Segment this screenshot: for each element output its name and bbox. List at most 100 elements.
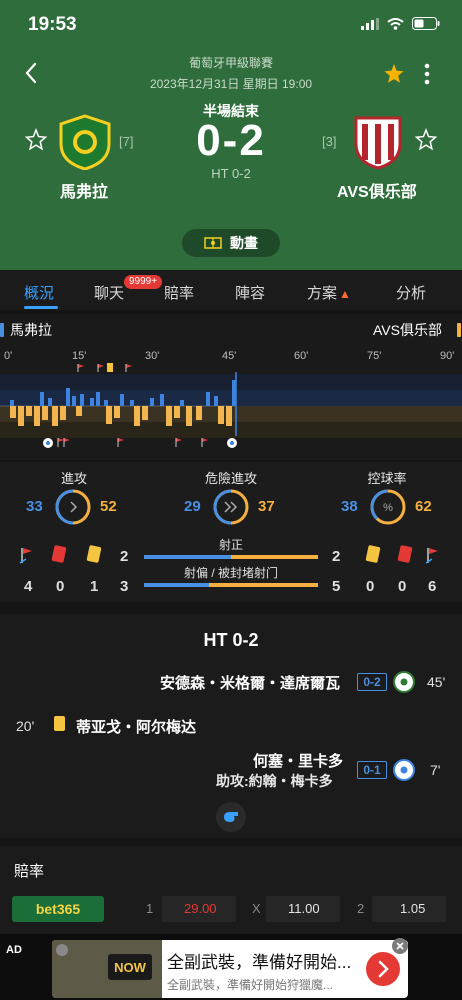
- status-icons: [361, 17, 440, 30]
- home-corner-icon: [19, 548, 32, 564]
- odds-home-value[interactable]: 29.00: [162, 896, 236, 922]
- animation-button[interactable]: 動畫: [182, 229, 280, 257]
- tab-overview[interactable]: 概況: [24, 282, 54, 303]
- stat-dangerous-label: 危險進攻: [204, 471, 257, 486]
- wifi-icon: [387, 17, 404, 30]
- home-color-marker: [0, 323, 4, 337]
- stats-panel: 進攻 危險進攻 控球率 33 52 29 37 38 % 62 2 4 0 1 …: [0, 462, 462, 602]
- event-score-chip: 0-1: [357, 761, 387, 779]
- more-menu-icon[interactable]: [420, 62, 434, 86]
- away-red-count: 0: [398, 578, 407, 595]
- timeline-away-name: AVS俱乐部: [373, 322, 442, 338]
- chat-badge: 9999+: [124, 275, 163, 289]
- tab-lineup[interactable]: 陣容: [235, 282, 265, 303]
- status-time: 19:53: [28, 14, 77, 35]
- bookmaker-button[interactable]: bet365: [12, 896, 104, 922]
- signal-icon: [361, 17, 379, 30]
- football-icon: [393, 759, 415, 781]
- bottom-event-markers: [43, 438, 237, 448]
- fire-icon: ▲: [339, 287, 351, 301]
- active-tab-indicator: [24, 306, 58, 309]
- tab-chat[interactable]: 聊天: [94, 282, 124, 303]
- match-timeline: 馬弗拉 AVS俱乐部 0' 15' 30' 45' 60' 75' 90': [0, 314, 462, 460]
- away-color-marker: [457, 323, 461, 337]
- ad-image: NOW: [52, 940, 162, 998]
- tab-bar: 概況 聊天 賠率 陣容 方案 ▲ 分析: [0, 270, 462, 310]
- home-team-name[interactable]: 馬弗拉: [60, 178, 108, 202]
- away-yellow-count: 0: [366, 578, 375, 595]
- event-score-chip: 0-2: [357, 673, 387, 691]
- off-target-bar-home: [144, 583, 209, 587]
- tick-45: 45': [222, 350, 237, 362]
- stat-possession-label: 控球率: [367, 471, 407, 486]
- event-card-player[interactable]: 蒂亚戈・阿尔梅达: [76, 716, 196, 737]
- home-yellow-card-icon: [86, 544, 102, 564]
- ad-tag: AD: [6, 944, 22, 956]
- on-target-label: 射正: [218, 538, 243, 552]
- tick-90: 90': [440, 350, 455, 362]
- event-goal-player[interactable]: 何塞・里卡多: [253, 750, 343, 771]
- home-red-card-icon: [51, 544, 67, 564]
- ad-description: 全副武裝，準備好開始狩獵魔...: [167, 978, 334, 992]
- away-yellow-card-icon: [365, 544, 381, 564]
- tab-plan[interactable]: 方案 ▲: [307, 282, 351, 303]
- favorite-star-icon[interactable]: [382, 62, 406, 86]
- battery-icon: [412, 17, 440, 30]
- event-assist[interactable]: 助攻:約翰・梅卡多: [216, 771, 333, 791]
- stat-dangerous-away: 37: [258, 498, 275, 515]
- away-team-name[interactable]: AVS俱乐部: [337, 178, 417, 202]
- away-rank: [3]: [322, 134, 337, 149]
- tab-plan-label: 方案: [307, 285, 338, 302]
- off-target-away: 5: [332, 578, 341, 595]
- away-follow-star-icon[interactable]: [414, 128, 438, 152]
- tick-60: 60': [294, 350, 309, 362]
- events-section-title: HT 0-2: [203, 630, 259, 650]
- stat-attack-home: 33: [26, 498, 43, 515]
- odds-away-value[interactable]: 1.05: [372, 896, 446, 922]
- yellow-card-icon: [54, 716, 65, 731]
- tick-75: 75': [367, 350, 382, 362]
- off-target-home: 3: [120, 578, 129, 595]
- event-minute: 7': [430, 762, 441, 778]
- away-red-card-icon: [397, 544, 413, 564]
- stat-possession-home: 38: [341, 498, 358, 515]
- ad-banner[interactable]: AD NOW 全副武裝，準備好開始... 全副武裝，準備好開始狩獵魔...: [0, 934, 462, 1000]
- match-header: 19:53 葡萄牙甲級聯賽 2023年12月31日 星期日 19:00 [7] …: [0, 0, 462, 270]
- ad-content[interactable]: NOW 全副武裝，準備好開始... 全副武裝，準備好開始狩獵魔...: [52, 940, 408, 998]
- odds-draw-index: X: [252, 901, 261, 916]
- status-bar: 19:53: [0, 0, 462, 48]
- tick-30: 30': [145, 350, 160, 362]
- svg-text:%: %: [383, 502, 393, 514]
- match-detail-screen: 19:53 葡萄牙甲級聯賽 2023年12月31日 星期日 19:00 [7] …: [0, 0, 462, 1000]
- odds-title: 賠率: [14, 863, 45, 880]
- football-icon: [393, 671, 415, 693]
- away-team-logo: [354, 116, 402, 170]
- home-red-count: 0: [56, 578, 65, 595]
- svg-text:NOW: NOW: [114, 960, 147, 975]
- attack-gauge: [55, 489, 91, 525]
- away-corners-count: 6: [428, 578, 437, 595]
- whistle-icon: [216, 802, 246, 832]
- on-target-away: 2: [332, 548, 341, 565]
- dangerous-attack-gauge: [213, 489, 249, 525]
- odds-draw-value[interactable]: 11.00: [266, 896, 340, 922]
- tick-15: 15': [72, 350, 87, 362]
- event-minute: 20': [16, 718, 35, 734]
- ad-close-icon[interactable]: [392, 938, 408, 954]
- pitch-icon: [204, 237, 222, 249]
- animation-label: 動畫: [230, 235, 258, 251]
- ad-arrow-button[interactable]: [366, 952, 400, 986]
- on-target-home: 2: [120, 548, 129, 565]
- timeline-home-name: 馬弗拉: [10, 322, 52, 338]
- stat-possession-away: 62: [415, 498, 432, 515]
- top-event-markers: [77, 363, 132, 372]
- event-goal-player[interactable]: 安德森・米格爾・達席爾瓦: [160, 672, 340, 693]
- tab-odds[interactable]: 賠率: [164, 282, 194, 303]
- momentum-graph: [0, 372, 462, 438]
- home-yellow-count: 1: [90, 578, 99, 595]
- tick-0: 0': [4, 350, 13, 362]
- off-target-label: 射偏 / 被封堵射门: [183, 566, 278, 580]
- tab-analysis[interactable]: 分析: [396, 282, 426, 303]
- odds-away-index: 2: [357, 901, 365, 916]
- event-minute: 45': [427, 674, 446, 690]
